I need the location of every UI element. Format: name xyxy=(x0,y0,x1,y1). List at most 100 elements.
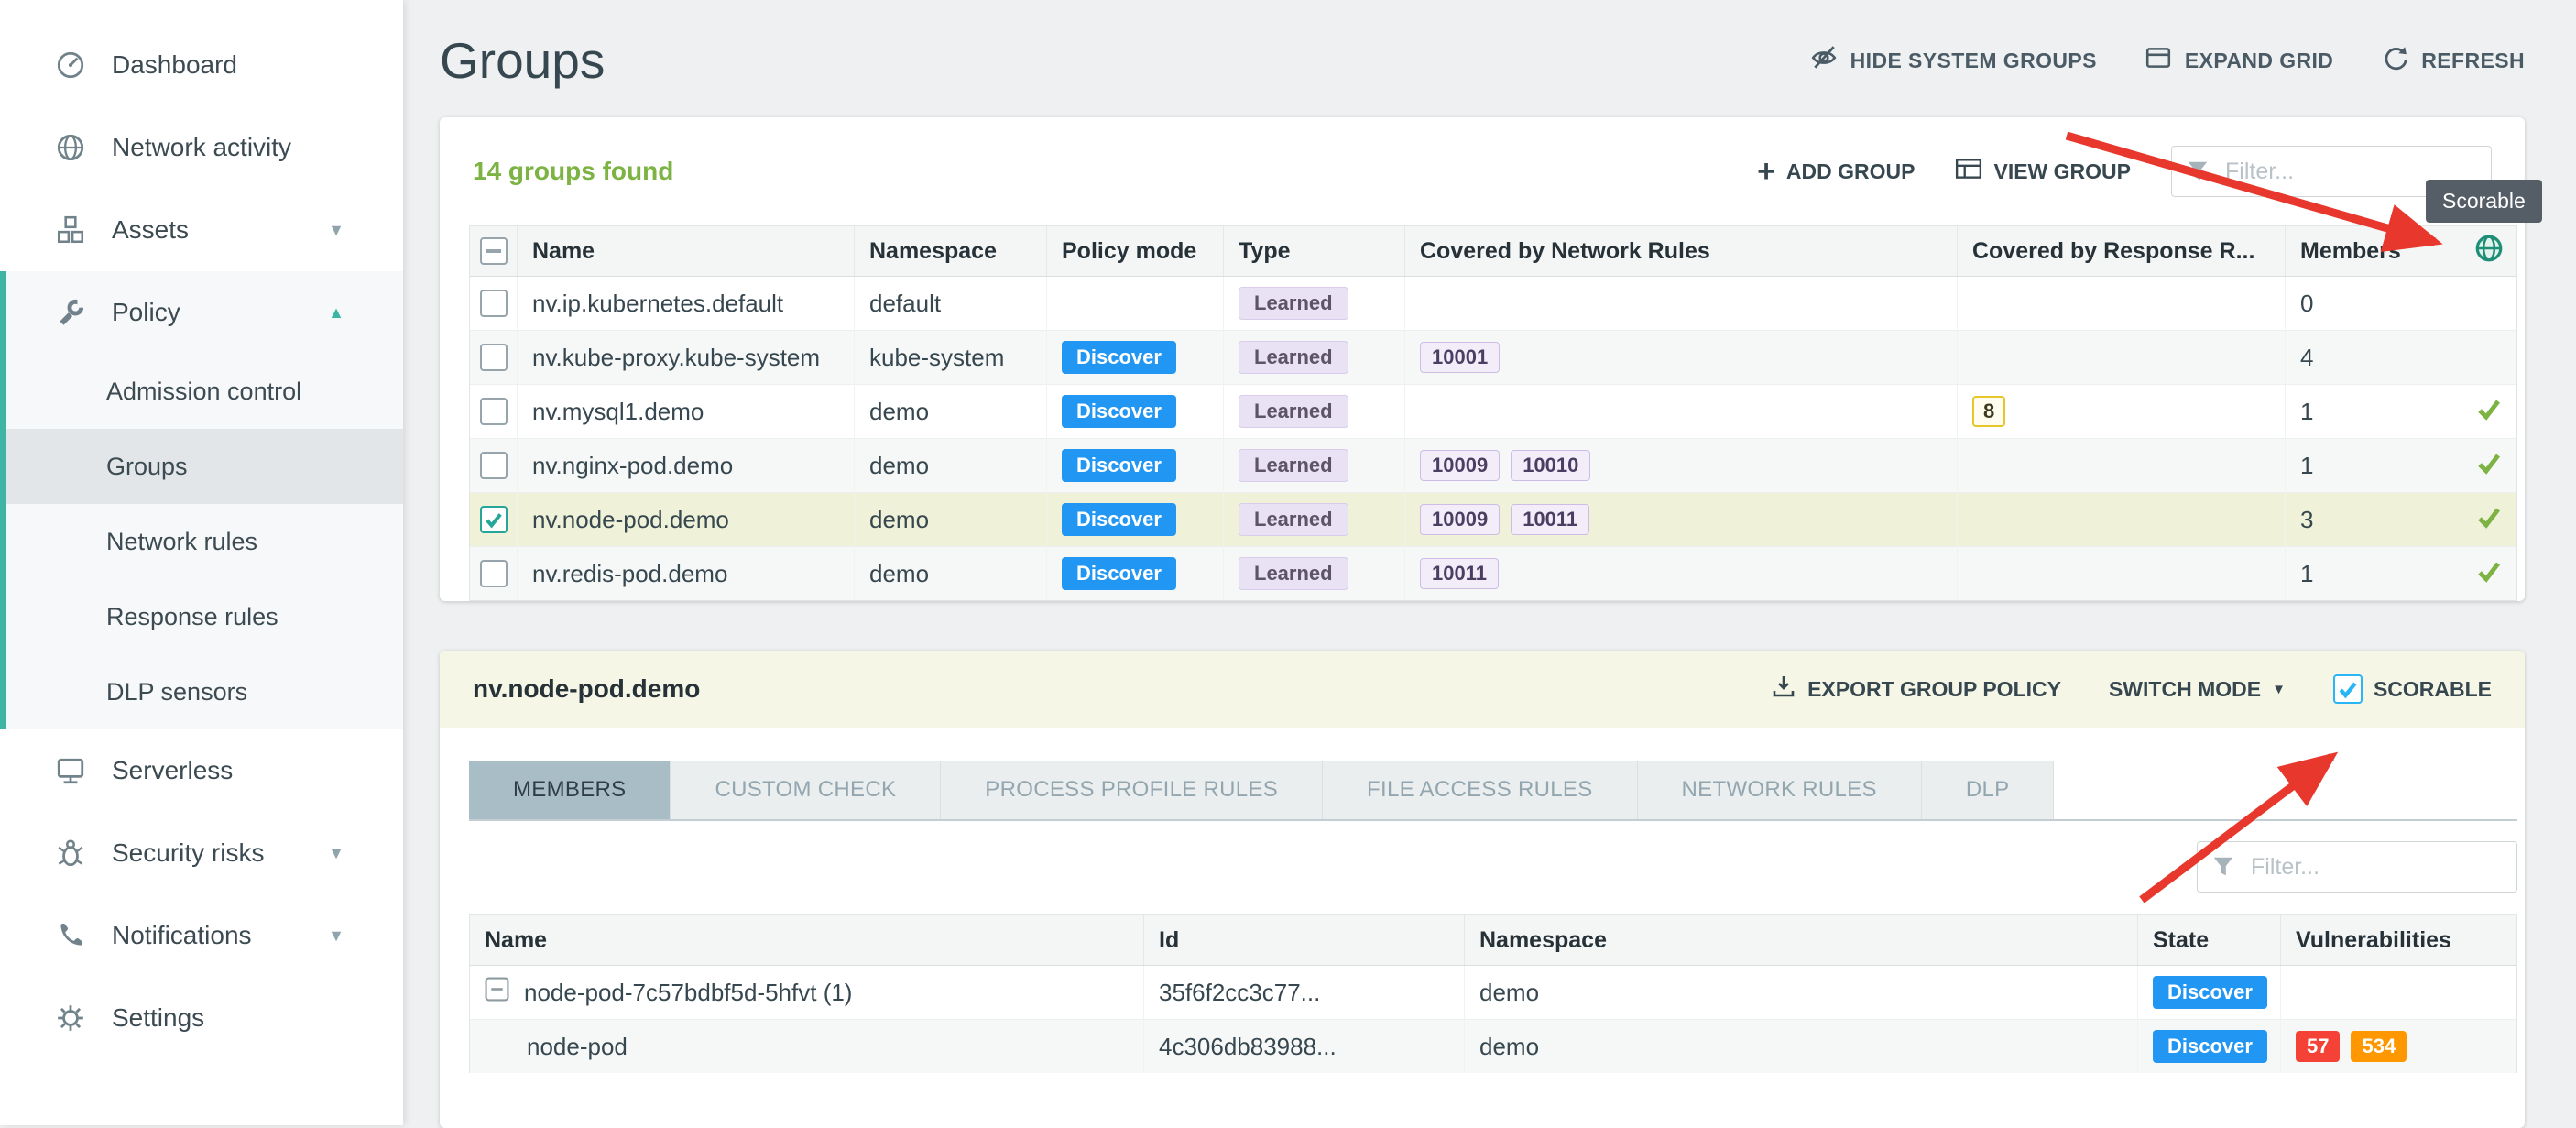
table-row[interactable]: nv.kube-proxy.kube-system kube-system Di… xyxy=(470,331,2516,385)
sidebar-item-dlp-sensors[interactable]: DLP sensors xyxy=(6,654,403,729)
sidebar-item-dashboard[interactable]: Dashboard xyxy=(0,24,403,106)
sidebar-item-security-risks[interactable]: Security risks ▼ xyxy=(0,812,403,894)
groups-table-header: Name Namespace Policy mode Type Covered … xyxy=(470,226,2516,277)
view-group-button[interactable]: VIEW GROUP xyxy=(1955,155,2131,188)
table-row-selected[interactable]: nv.node-pod.demo demo Discover Learned 1… xyxy=(470,493,2516,547)
groups-panel-actions: + ADD GROUP VIEW GROUP xyxy=(1757,146,2492,197)
sidebar-item-label: Network activity xyxy=(112,133,291,162)
groups-panel: 14 groups found + ADD GROUP VIEW GROUP xyxy=(440,117,2525,601)
refresh-button[interactable]: REFRESH xyxy=(2381,44,2525,77)
column-header-state[interactable]: State xyxy=(2138,915,2281,965)
column-header-network-rules[interactable]: Covered by Network Rules xyxy=(1405,226,1958,276)
sidebar-item-label: Dashboard xyxy=(112,50,237,80)
groups-panel-header: 14 groups found + ADD GROUP VIEW GROUP xyxy=(440,117,2525,225)
table-row[interactable]: nv.redis-pod.demo demo Discover Learned … xyxy=(470,547,2516,600)
page-title: Groups xyxy=(440,31,605,90)
refresh-icon xyxy=(2381,44,2408,77)
member-namespace: demo xyxy=(1465,1020,2138,1073)
member-row[interactable]: node-pod 4c306db83988... demo Discover 5… xyxy=(470,1020,2516,1073)
sidebar: Dashboard Network activity Assets ▼ Poli… xyxy=(0,0,403,1125)
column-header-type[interactable]: Type xyxy=(1224,226,1405,276)
network-rule-badge: 10001 xyxy=(1420,342,1500,373)
tab-file-access-rules[interactable]: FILE ACCESS RULES xyxy=(1323,761,1638,819)
sidebar-item-settings[interactable]: Settings xyxy=(0,977,403,1059)
type-badge: Learned xyxy=(1239,395,1348,428)
column-header-policy-mode[interactable]: Policy mode xyxy=(1047,226,1224,276)
scorable-check-icon xyxy=(2475,395,2503,429)
hide-system-groups-button[interactable]: HIDE SYSTEM GROUPS xyxy=(1810,44,2097,77)
group-name: nv.nginx-pod.demo xyxy=(518,439,855,492)
button-label: EXPORT GROUP POLICY xyxy=(1807,677,2061,702)
member-name: node-pod xyxy=(470,1020,1144,1073)
page-header: Groups HIDE SYSTEM GROUPS EXPAND GRID xyxy=(440,16,2525,104)
row-checkbox[interactable] xyxy=(480,398,508,425)
column-header-members[interactable]: Members xyxy=(2286,226,2461,276)
sidebar-item-response-rules[interactable]: Response rules xyxy=(6,579,403,654)
column-header-id[interactable]: Id xyxy=(1144,915,1465,965)
column-header-scorable[interactable] xyxy=(2461,226,2516,276)
type-badge: Learned xyxy=(1239,503,1348,536)
tab-dlp[interactable]: DLP xyxy=(1922,761,2055,819)
tab-members[interactable]: MEMBERS xyxy=(469,761,671,819)
column-header-name[interactable]: Name xyxy=(470,915,1144,965)
tab-network-rules[interactable]: NETWORK RULES xyxy=(1638,761,1922,819)
column-header-response-rules[interactable]: Covered by Response R... xyxy=(1958,226,2286,276)
column-header-name[interactable]: Name xyxy=(518,226,855,276)
add-group-button[interactable]: + ADD GROUP xyxy=(1757,159,1915,184)
tab-custom-check[interactable]: CUSTOM CHECK xyxy=(671,761,941,819)
select-all-checkbox-cell[interactable] xyxy=(470,226,518,276)
group-name: nv.node-pod.demo xyxy=(518,493,855,546)
members-count: 1 xyxy=(2286,439,2461,492)
action-label: EXPAND GRID xyxy=(2185,49,2333,73)
group-namespace: default xyxy=(855,277,1047,330)
table-row[interactable]: nv.nginx-pod.demo demo Discover Learned … xyxy=(470,439,2516,493)
sidebar-item-groups[interactable]: Groups xyxy=(6,429,403,504)
collapse-icon[interactable] xyxy=(485,977,509,1008)
select-all-checkbox[interactable] xyxy=(480,237,508,265)
column-header-namespace[interactable]: Namespace xyxy=(1465,915,2138,965)
state-badge: Discover xyxy=(2153,976,2267,1009)
member-row[interactable]: node-pod-7c57bdbf5d-5hfvt (1) 35f6f2cc3c… xyxy=(470,966,2516,1020)
network-rule-badge: 10009 xyxy=(1420,504,1500,535)
sidebar-item-admission-control[interactable]: Admission control xyxy=(6,354,403,429)
sidebar-item-policy[interactable]: Policy ▲ xyxy=(6,271,403,354)
scorable-checkbox[interactable] xyxy=(2333,674,2363,704)
type-badge: Learned xyxy=(1239,557,1348,590)
sidebar-item-assets[interactable]: Assets ▼ xyxy=(0,189,403,271)
state-badge: Discover xyxy=(2153,1030,2267,1063)
table-row[interactable]: nv.mysql1.demo demo Discover Learned 8 1 xyxy=(470,385,2516,439)
row-checkbox[interactable] xyxy=(480,290,508,317)
chevron-down-icon: ▼ xyxy=(328,844,344,863)
row-checkbox[interactable] xyxy=(480,560,508,587)
group-detail-header: nv.node-pod.demo EXPORT GROUP POLICY SWI… xyxy=(440,651,2525,728)
detail-tabs: MEMBERS CUSTOM CHECK PROCESS PROFILE RUL… xyxy=(469,761,2517,821)
groups-table: Name Namespace Policy mode Type Covered … xyxy=(469,225,2517,601)
download-icon xyxy=(1771,674,1796,705)
column-header-namespace[interactable]: Namespace xyxy=(855,226,1047,276)
sidebar-section-policy: Policy ▲ Admission control Groups Networ… xyxy=(0,271,403,729)
chevron-down-icon: ▼ xyxy=(328,926,344,946)
expand-grid-button[interactable]: EXPAND GRID xyxy=(2145,44,2333,77)
scorable-toggle[interactable]: SCORABLE xyxy=(2333,674,2492,704)
members-filter-input[interactable] xyxy=(2197,841,2517,893)
sidebar-item-serverless[interactable]: Serverless xyxy=(0,729,403,812)
table-row[interactable]: nv.ip.kubernetes.default default Learned… xyxy=(470,277,2516,331)
sidebar-item-network-activity[interactable]: Network activity xyxy=(0,106,403,189)
row-checkbox-checked[interactable] xyxy=(480,506,508,533)
column-header-vulnerabilities[interactable]: Vulnerabilities xyxy=(2281,915,2516,965)
button-label: VIEW GROUP xyxy=(1993,159,2131,184)
sidebar-item-notifications[interactable]: Notifications ▼ xyxy=(0,894,403,977)
network-activity-icon xyxy=(53,132,88,163)
type-badge: Learned xyxy=(1239,449,1348,482)
export-group-policy-button[interactable]: EXPORT GROUP POLICY xyxy=(1771,674,2061,705)
tab-process-profile-rules[interactable]: PROCESS PROFILE RULES xyxy=(941,761,1323,819)
switch-mode-button[interactable]: SWITCH MODE ▼ xyxy=(2109,677,2286,702)
sidebar-item-label: Network rules xyxy=(106,528,257,556)
sidebar-item-label: Assets xyxy=(112,215,189,245)
row-checkbox[interactable] xyxy=(480,452,508,479)
policy-icon xyxy=(53,297,88,328)
row-checkbox[interactable] xyxy=(480,344,508,371)
sidebar-item-network-rules[interactable]: Network rules xyxy=(6,504,403,579)
action-label: REFRESH xyxy=(2421,49,2525,73)
scorable-check-icon xyxy=(2475,503,2503,537)
